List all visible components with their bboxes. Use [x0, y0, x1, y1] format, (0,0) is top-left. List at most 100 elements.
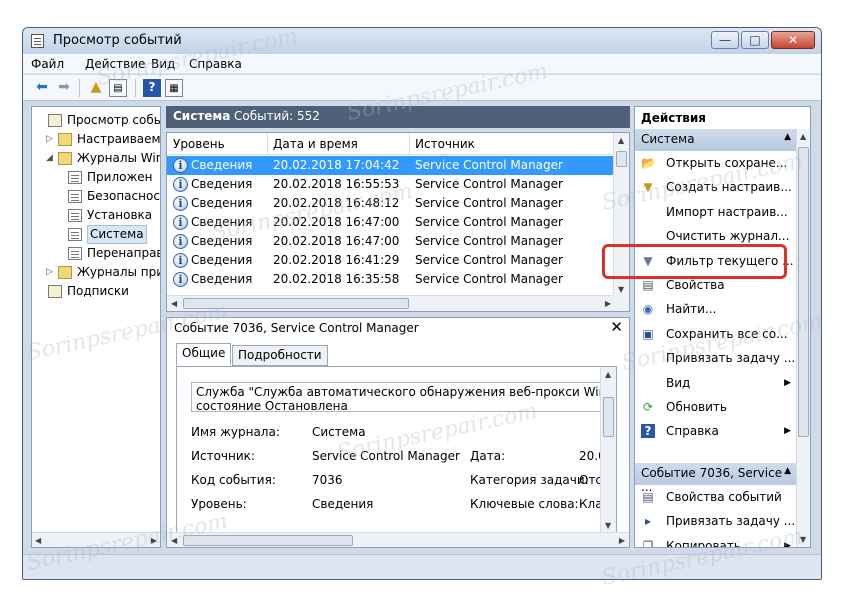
tree-item[interactable]: Просмотр событи	[32, 111, 160, 130]
cell-level: Сведения	[191, 177, 253, 191]
tree-item[interactable]: ▷ Настраиваемы	[32, 130, 160, 149]
column-source[interactable]: Источник	[415, 137, 475, 151]
column-level[interactable]: Уровень	[173, 137, 225, 151]
action-item[interactable]: ▣ Сохранить все со...	[635, 323, 797, 345]
properties-icon[interactable]: ▦	[165, 79, 183, 97]
cell-source: Service Control Manager	[415, 196, 563, 210]
close-icon[interactable]: ✕	[610, 318, 623, 336]
event-count: Событий: 552	[234, 109, 320, 123]
level-label: Уровень:	[191, 497, 247, 511]
cell-source: Service Control Manager	[415, 253, 563, 267]
actions-section-system[interactable]: Система ▲	[635, 129, 797, 151]
help-icon: ?	[641, 424, 655, 439]
info-icon: i	[173, 177, 188, 192]
expand-arrow-icon[interactable]: ◢	[46, 149, 56, 168]
action-item[interactable]: Привязать задачу ...	[635, 347, 797, 369]
show-tree-icon[interactable]: ▤	[109, 79, 127, 97]
table-row[interactable]: i Сведения 20.02.2018 16:48:12 Service Cont…	[167, 194, 615, 213]
menu-help[interactable]: Справка	[189, 57, 242, 71]
info-icon: i	[173, 158, 188, 173]
detail-horizontal-scrollbar[interactable]: ◀ ▶	[167, 532, 629, 547]
source-value: Service Control Manager	[312, 449, 460, 463]
tree-item[interactable]: Безопаснос	[32, 187, 160, 206]
tab-general[interactable]: Общие	[176, 343, 232, 366]
table-row[interactable]: i Сведения 20.02.2018 16:47:00 Service Cont…	[167, 213, 615, 232]
action-item[interactable]: 📂 Открыть сохране...	[635, 152, 797, 174]
action-item[interactable]: ❐ Копировать ▶	[635, 535, 797, 548]
cell-datetime: 20.02.2018 16:41:29	[273, 253, 400, 267]
section-label: Система	[641, 132, 695, 146]
minimize-button[interactable]: —	[711, 31, 739, 49]
forward-arrow-icon[interactable]: ➡	[55, 79, 73, 97]
expand-arrow-icon[interactable]: ▷	[46, 130, 56, 149]
event-description[interactable]: Служба "Служба автоматического обнаружен…	[191, 382, 601, 412]
menu-file[interactable]: Файл	[31, 57, 64, 71]
action-label: Сохранить все со...	[666, 326, 788, 341]
subscriptions-icon	[48, 285, 62, 298]
refresh-icon: ⟳	[642, 400, 654, 414]
action-item[interactable]: ⟳ Обновить	[635, 396, 797, 418]
action-item[interactable]: ? Справка ▶	[635, 420, 797, 442]
collapse-icon: ▲	[784, 132, 791, 142]
action-item[interactable]: ▤ Свойства событий	[635, 486, 797, 508]
tree-item-label: Приложен	[87, 170, 153, 184]
tab-details[interactable]: Подробности	[232, 345, 328, 366]
menu-action[interactable]: Действие	[85, 57, 145, 71]
description-line: состояние Остановлена	[196, 399, 348, 412]
table-row[interactable]: i Сведения 20.02.2018 16:41:29 Service Cont…	[167, 251, 615, 270]
tree-item[interactable]: Перенаправ	[32, 244, 161, 263]
expand-arrow-icon[interactable]: ▷	[46, 263, 56, 282]
tree-item[interactable]: Установка	[32, 206, 160, 225]
event-properties-icon: ▤	[642, 490, 654, 504]
date-label: Дата:	[470, 449, 506, 463]
maximize-button[interactable]: □	[741, 31, 769, 49]
back-arrow-icon[interactable]: ⬅	[33, 79, 51, 97]
table-row[interactable]: i Сведения 20.02.2018 16:35:58 Service Cont…	[167, 270, 615, 289]
table-horizontal-scrollbar[interactable]: ◀ ▶	[167, 295, 615, 311]
menu-bar: Файл Действие Вид Справка	[23, 54, 821, 74]
log-icon	[68, 209, 82, 222]
up-folder-icon[interactable]: ▲	[87, 79, 105, 97]
detail-vertical-scrollbar[interactable]: ▲ ▼	[600, 367, 616, 533]
action-item[interactable]: ▸ Привязать задачу ...	[635, 510, 797, 532]
cell-source: Service Control Manager	[415, 215, 563, 229]
close-button[interactable]: ✕	[771, 31, 815, 49]
submenu-arrow-icon: ▶	[784, 426, 791, 437]
action-item[interactable]: Импорт настраив...	[635, 201, 797, 223]
tree-item[interactable]: Приложен	[32, 168, 160, 187]
table-row[interactable]: i Сведения 20.02.2018 17:04:42 Service Cont…	[167, 156, 615, 175]
submenu-arrow-icon: ▶	[784, 540, 791, 548]
event-detail-pane: Событие 7036, Service Control Manager ✕ …	[166, 317, 630, 548]
actions-vertical-scrollbar[interactable]: ▲ ▼	[796, 129, 810, 547]
tree-item-label: Перенаправ	[87, 246, 161, 260]
folder-icon	[58, 133, 72, 146]
cell-level: Сведения	[191, 196, 253, 210]
events-table: Уровень Дата и время Источник i Сведения 2…	[166, 132, 630, 312]
navigation-tree: Просмотр событи ▷ Настраиваемы ◢ Журналы Win…	[31, 106, 161, 548]
tree-item[interactable]: Система	[32, 225, 160, 244]
window-title: Просмотр событий	[53, 33, 182, 48]
action-item[interactable]: ▼ Создать настраив...	[635, 176, 797, 198]
table-row[interactable]: i Сведения 20.02.2018 16:47:00 Service Cont…	[167, 232, 615, 251]
tree-item[interactable]: ▷ Журналы прил	[32, 263, 160, 282]
action-item[interactable]: Вид ▶	[635, 372, 797, 394]
help-icon[interactable]: ?	[143, 79, 161, 97]
event-viewer-icon	[31, 34, 44, 48]
title-bar[interactable]: Просмотр событий — □ ✕	[23, 28, 821, 54]
save-icon: ▣	[642, 326, 654, 341]
properties-icon: ▤	[642, 278, 654, 292]
tree-item[interactable]: ◢ Журналы Wind	[32, 149, 160, 168]
column-datetime[interactable]: Дата и время	[273, 137, 358, 151]
actions-section-event[interactable]: Событие 7036, Service ... ▲	[635, 463, 797, 494]
cell-datetime: 20.02.2018 16:55:53	[273, 177, 400, 191]
find-icon: ◉	[642, 302, 654, 317]
action-item[interactable]: ◉ Найти...	[635, 298, 797, 320]
table-row[interactable]: i Сведения 20.02.2018 16:55:53 Service Cont…	[167, 175, 615, 194]
action-label: Справка	[666, 424, 719, 439]
cell-level: Сведения	[191, 215, 253, 229]
tree-item[interactable]: Подписки	[32, 282, 160, 301]
info-icon: i	[173, 234, 188, 249]
tree-horizontal-scrollbar[interactable]: ◀ ▶	[32, 532, 160, 547]
menu-view[interactable]: Вид	[151, 57, 175, 71]
action-label: Копировать	[666, 538, 741, 548]
